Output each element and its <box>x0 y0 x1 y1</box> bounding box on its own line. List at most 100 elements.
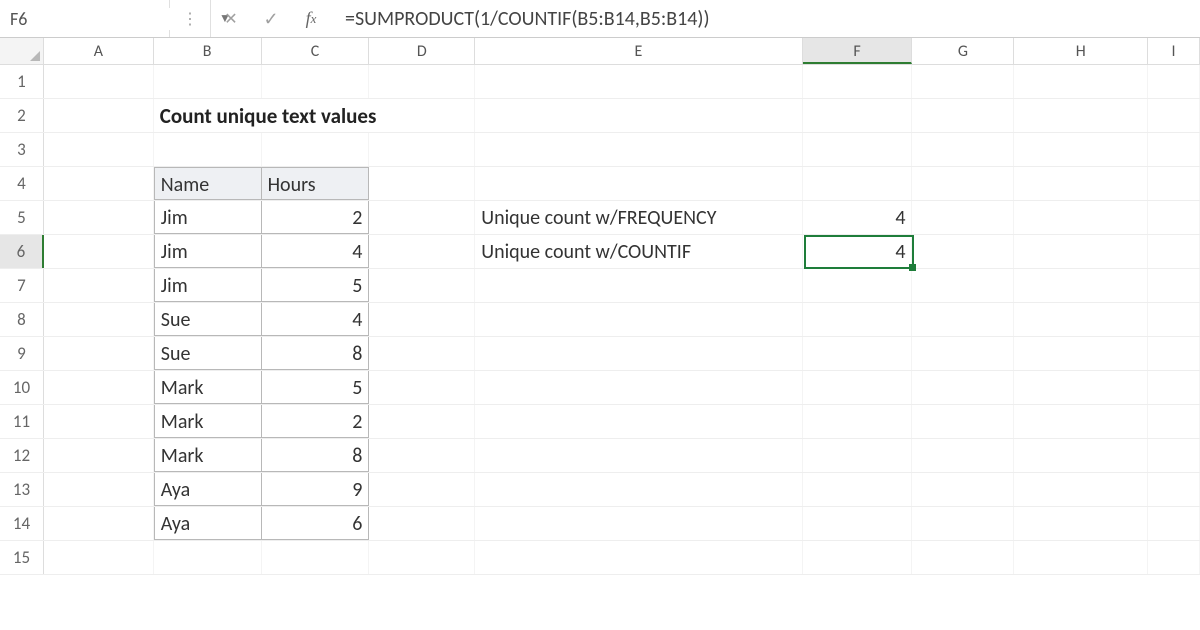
cell-H11[interactable] <box>1014 405 1148 438</box>
cell-I12[interactable] <box>1148 439 1200 472</box>
cell-I10[interactable] <box>1148 371 1200 404</box>
cell-C9[interactable]: 8 <box>262 337 370 370</box>
cell-B3[interactable] <box>154 133 262 166</box>
cell-A14[interactable] <box>44 507 154 540</box>
cell-C5[interactable]: 2 <box>262 201 370 234</box>
cell-G11[interactable] <box>912 405 1014 438</box>
cell-H12[interactable] <box>1014 439 1148 472</box>
cell-B13[interactable]: Aya <box>154 473 262 506</box>
cell-G9[interactable] <box>912 337 1014 370</box>
cell-E5[interactable]: Unique count w/FREQUENCY <box>475 201 802 234</box>
cell-E13[interactable] <box>475 473 802 506</box>
cell-H7[interactable] <box>1014 269 1148 302</box>
formula-input[interactable] <box>331 0 1200 37</box>
cell-B2[interactable]: Count unique text values <box>154 99 262 132</box>
row-header-7[interactable]: 7 <box>0 269 44 302</box>
cell-F4[interactable] <box>803 167 913 200</box>
cell-G7[interactable] <box>912 269 1014 302</box>
cell-C10[interactable]: 5 <box>262 371 370 404</box>
cell-H6[interactable] <box>1014 235 1148 268</box>
cell-I6[interactable] <box>1148 235 1200 268</box>
enter-formula-icon[interactable]: ✓ <box>251 0 291 37</box>
cell-A9[interactable] <box>44 337 154 370</box>
cell-G2[interactable] <box>912 99 1014 132</box>
cell-A6[interactable] <box>44 235 154 268</box>
cell-I4[interactable] <box>1148 167 1200 200</box>
cell-F12[interactable] <box>803 439 913 472</box>
cell-E1[interactable] <box>475 65 802 98</box>
row-header-5[interactable]: 5 <box>0 201 44 234</box>
cell-A8[interactable] <box>44 303 154 336</box>
cell-G13[interactable] <box>912 473 1014 506</box>
row-header-12[interactable]: 12 <box>0 439 44 472</box>
cell-B7[interactable]: Jim <box>154 269 262 302</box>
cell-A15[interactable] <box>44 541 154 574</box>
row-header-8[interactable]: 8 <box>0 303 44 336</box>
cell-F13[interactable] <box>803 473 913 506</box>
cell-E10[interactable] <box>475 371 802 404</box>
cell-G3[interactable] <box>912 133 1014 166</box>
cell-E11[interactable] <box>475 405 802 438</box>
cell-F8[interactable] <box>803 303 913 336</box>
col-header-I[interactable]: I <box>1148 38 1200 64</box>
cell-A2[interactable] <box>44 99 154 132</box>
cell-D10[interactable] <box>369 371 475 404</box>
cell-H5[interactable] <box>1014 201 1148 234</box>
col-header-A[interactable]: A <box>44 38 154 64</box>
cell-I11[interactable] <box>1148 405 1200 438</box>
cell-D13[interactable] <box>369 473 475 506</box>
cell-E14[interactable] <box>475 507 802 540</box>
cell-H1[interactable] <box>1014 65 1148 98</box>
cell-A10[interactable] <box>44 371 154 404</box>
cell-H10[interactable] <box>1014 371 1148 404</box>
cell-G8[interactable] <box>912 303 1014 336</box>
cell-C13[interactable]: 9 <box>262 473 370 506</box>
cell-C6[interactable]: 4 <box>262 235 370 268</box>
cell-F15[interactable] <box>803 541 913 574</box>
row-header-2[interactable]: 2 <box>0 99 44 132</box>
row-header-13[interactable]: 13 <box>0 473 44 506</box>
cell-F7[interactable] <box>803 269 913 302</box>
cell-F10[interactable] <box>803 371 913 404</box>
cell-A11[interactable] <box>44 405 154 438</box>
formula-opts-icon[interactable]: ⋮ <box>170 0 210 37</box>
cell-D8[interactable] <box>369 303 475 336</box>
cell-C11[interactable]: 2 <box>262 405 370 438</box>
cell-D3[interactable] <box>369 133 475 166</box>
cell-B5[interactable]: Jim <box>154 201 262 234</box>
cell-G12[interactable] <box>912 439 1014 472</box>
col-header-B[interactable]: B <box>154 38 262 64</box>
cell-D1[interactable] <box>369 65 475 98</box>
cell-I15[interactable] <box>1148 541 1200 574</box>
cell-G15[interactable] <box>912 541 1014 574</box>
cell-D7[interactable] <box>369 269 475 302</box>
cell-F5[interactable]: 4 <box>803 201 913 234</box>
cell-D11[interactable] <box>369 405 475 438</box>
cell-B8[interactable]: Sue <box>154 303 262 336</box>
cell-G1[interactable] <box>912 65 1014 98</box>
cell-F3[interactable] <box>803 133 913 166</box>
cancel-formula-icon[interactable]: ✕ <box>211 0 251 37</box>
col-header-G[interactable]: G <box>912 38 1014 64</box>
row-header-10[interactable]: 10 <box>0 371 44 404</box>
cell-C3[interactable] <box>262 133 370 166</box>
select-all-corner[interactable] <box>0 38 44 64</box>
cell-G14[interactable] <box>912 507 1014 540</box>
cell-D9[interactable] <box>369 337 475 370</box>
cell-A1[interactable] <box>44 65 154 98</box>
row-header-6[interactable]: 6 <box>0 235 44 268</box>
cell-I3[interactable] <box>1148 133 1200 166</box>
cell-D15[interactable] <box>369 541 475 574</box>
cell-C2[interactable] <box>262 99 370 132</box>
cell-I14[interactable] <box>1148 507 1200 540</box>
cell-E12[interactable] <box>475 439 802 472</box>
cell-A5[interactable] <box>44 201 154 234</box>
cell-G6[interactable] <box>912 235 1014 268</box>
cell-E9[interactable] <box>475 337 802 370</box>
row-header-3[interactable]: 3 <box>0 133 44 166</box>
cell-C4[interactable]: Hours <box>262 167 370 200</box>
cell-A13[interactable] <box>44 473 154 506</box>
cell-C14[interactable]: 6 <box>262 507 370 540</box>
cell-G10[interactable] <box>912 371 1014 404</box>
fx-icon[interactable]: fx <box>291 0 331 37</box>
